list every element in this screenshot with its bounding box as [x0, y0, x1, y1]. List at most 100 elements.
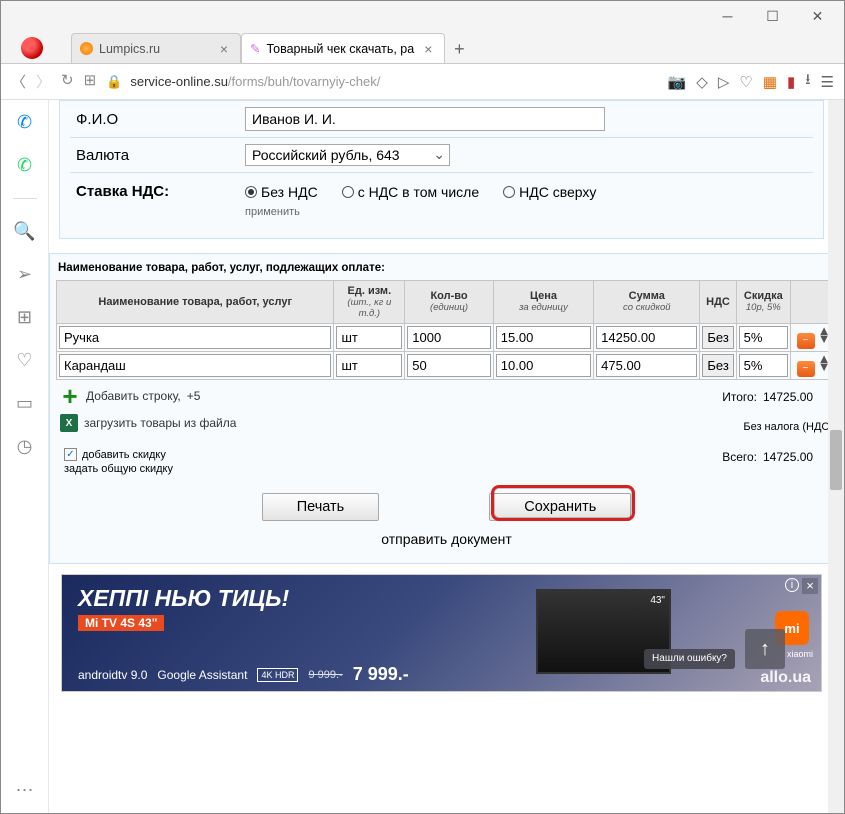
- row-sum-input[interactable]: [596, 326, 697, 349]
- speed-dial-icon[interactable]: ⊞: [17, 307, 32, 328]
- play-icon[interactable]: ▷: [718, 73, 730, 91]
- easy-setup-icon[interactable]: ☰: [821, 73, 834, 91]
- print-button[interactable]: Печать: [262, 493, 380, 521]
- load-file-label: загрузить товары из файла: [84, 416, 236, 430]
- load-from-file-link[interactable]: X загрузить товары из файла: [60, 414, 722, 432]
- row-qty-input[interactable]: [407, 326, 491, 349]
- row-name-input[interactable]: [59, 354, 331, 377]
- row-unit-input[interactable]: [336, 326, 402, 349]
- table-caption: Наименование товара, работ, услуг, подле…: [56, 260, 837, 280]
- fio-input[interactable]: [245, 107, 605, 131]
- items-table: Наименование товара, работ, услуг Ед. из…: [56, 280, 837, 380]
- itogo-value: 14725.00: [763, 386, 833, 409]
- ad-price: 7 999.-: [353, 664, 409, 685]
- tab-lumpics[interactable]: Lumpics.ru ×: [71, 33, 241, 63]
- scroll-top-button[interactable]: ↑: [745, 629, 785, 669]
- col-name: Наименование товара, работ, услуг: [57, 281, 334, 324]
- row-disc-input[interactable]: [739, 354, 788, 377]
- ad-close-icon[interactable]: ×: [802, 578, 818, 594]
- nav-back-button[interactable]: 〈: [11, 71, 26, 92]
- more-icon[interactable]: ⋯: [16, 780, 34, 801]
- mi-text: xiaomi: [787, 649, 813, 659]
- tab-close-icon[interactable]: ×: [420, 41, 436, 57]
- radio-icon: [245, 186, 257, 198]
- history-icon[interactable]: ◷: [17, 436, 33, 457]
- row-nds-input[interactable]: [702, 354, 733, 377]
- row-price-input[interactable]: [496, 354, 591, 377]
- heart-icon[interactable]: ♡: [739, 73, 752, 91]
- ad-product-tag: Mi TV 4S 43": [78, 615, 164, 631]
- window-close-button[interactable]: ✕: [795, 2, 840, 30]
- radio-label: с НДС в том числе: [358, 184, 479, 200]
- speed-dial-button[interactable]: ⊞: [84, 71, 97, 92]
- add-row-link[interactable]: Добавить строку, +5: [60, 386, 722, 406]
- row-qty-input[interactable]: [407, 354, 491, 377]
- tab-bar: Lumpics.ru × ✎ Товарный чек скачать, ра …: [1, 31, 844, 64]
- scrollbar-track[interactable]: [828, 100, 844, 813]
- set-total-discount-link[interactable]: задать общую скидку: [60, 463, 722, 475]
- tab-close-icon[interactable]: ×: [216, 41, 232, 57]
- extension-icon[interactable]: ▦: [763, 73, 777, 91]
- shield-icon[interactable]: ◇: [696, 73, 708, 91]
- row-nds-input[interactable]: [702, 326, 733, 349]
- currency-label: Валюта: [70, 147, 245, 164]
- add-row-5-link[interactable]: +5: [187, 389, 201, 403]
- send-document-link[interactable]: отправить документ: [56, 527, 837, 557]
- col-disc: Скидка10р, 5%: [736, 281, 790, 324]
- address-bar: 〈 〉 ↻ ⊞ 🔒 service-online.su/forms/buh/to…: [1, 64, 844, 100]
- row-name-input[interactable]: [59, 326, 331, 349]
- col-sum: Суммасо скидкой: [594, 281, 700, 324]
- table-row: − ▲▼: [57, 352, 837, 380]
- delete-row-icon[interactable]: −: [797, 333, 815, 349]
- row-unit-input[interactable]: [336, 354, 402, 377]
- news-icon[interactable]: ▭: [16, 393, 33, 414]
- itogo-label: Итого:: [722, 390, 757, 404]
- url-field[interactable]: 🔒 service-online.su/forms/buh/tovarnyiy-…: [106, 74, 657, 90]
- tab-title: Lumpics.ru: [99, 42, 160, 56]
- tab-service-online[interactable]: ✎ Товарный чек скачать, ра ×: [241, 33, 445, 63]
- vat-radio-included[interactable]: с НДС в том числе: [342, 184, 479, 200]
- col-price: Ценаза единицу: [493, 281, 593, 324]
- add-discount-checkbox[interactable]: ✓: [64, 448, 77, 461]
- currency-value: Российский рубль, 643: [252, 147, 400, 163]
- found-bug-button[interactable]: Нашли ошибку?: [644, 649, 735, 669]
- left-sidebar: ✆ ✆ 🔍 ➢ ⊞ ♡ ▭ ◷ ⋯: [1, 100, 49, 813]
- radio-label: Без НДС: [261, 184, 318, 200]
- window-maximize-button[interactable]: ☐: [750, 2, 795, 30]
- ad-hdr: 4K HDR: [257, 668, 298, 682]
- vat-radio-ontop[interactable]: НДС сверху: [503, 184, 596, 200]
- row-price-input[interactable]: [496, 326, 591, 349]
- ad-banner[interactable]: i × ХЕППІ НЬЮ ТИЦЬ! Mi TV 4S 43" mi xiao…: [61, 574, 822, 692]
- snapshot-icon[interactable]: 📷: [668, 73, 687, 91]
- heart-icon[interactable]: ♡: [16, 350, 32, 371]
- page-content: Ф.И.О Валюта Российский рубль, 643 Ставк…: [49, 100, 844, 813]
- vsego-value: 14725.00: [763, 446, 833, 469]
- lock-icon: 🔒: [106, 74, 122, 90]
- ad-title: ХЕППІ НЬЮ ТИЦЬ!: [62, 575, 821, 614]
- messenger-icon[interactable]: ✆: [17, 112, 32, 133]
- row-sum-input[interactable]: [596, 354, 697, 377]
- ad-androidtv: androidtv 9.0: [78, 668, 147, 682]
- delete-row-icon[interactable]: −: [797, 361, 815, 377]
- extension-icon[interactable]: ▮: [787, 73, 795, 91]
- window-minimize-button[interactable]: ─: [705, 2, 750, 30]
- search-icon[interactable]: 🔍: [13, 221, 35, 242]
- table-row: − ▲▼: [57, 324, 837, 352]
- whatsapp-icon[interactable]: ✆: [17, 155, 32, 176]
- download-icon[interactable]: ⭳: [805, 69, 810, 94]
- divider: [13, 198, 37, 199]
- currency-select[interactable]: Российский рубль, 643: [245, 144, 450, 166]
- new-tab-button[interactable]: +: [445, 35, 473, 63]
- fio-label: Ф.И.О: [70, 111, 245, 128]
- row-disc-input[interactable]: [739, 326, 788, 349]
- radio-icon: [503, 186, 515, 198]
- ad-old-price: 9 999.-: [308, 669, 342, 681]
- add-discount-label: добавить скидку: [82, 449, 166, 461]
- send-icon[interactable]: ➢: [17, 264, 32, 285]
- favicon-icon: [80, 42, 93, 55]
- nav-forward-button[interactable]: 〉: [36, 71, 51, 92]
- apply-vat-link[interactable]: применить: [245, 206, 813, 228]
- nav-reload-button[interactable]: ↻: [61, 71, 74, 92]
- opera-menu-icon[interactable]: [21, 37, 43, 59]
- vat-radio-none[interactable]: Без НДС: [245, 184, 318, 200]
